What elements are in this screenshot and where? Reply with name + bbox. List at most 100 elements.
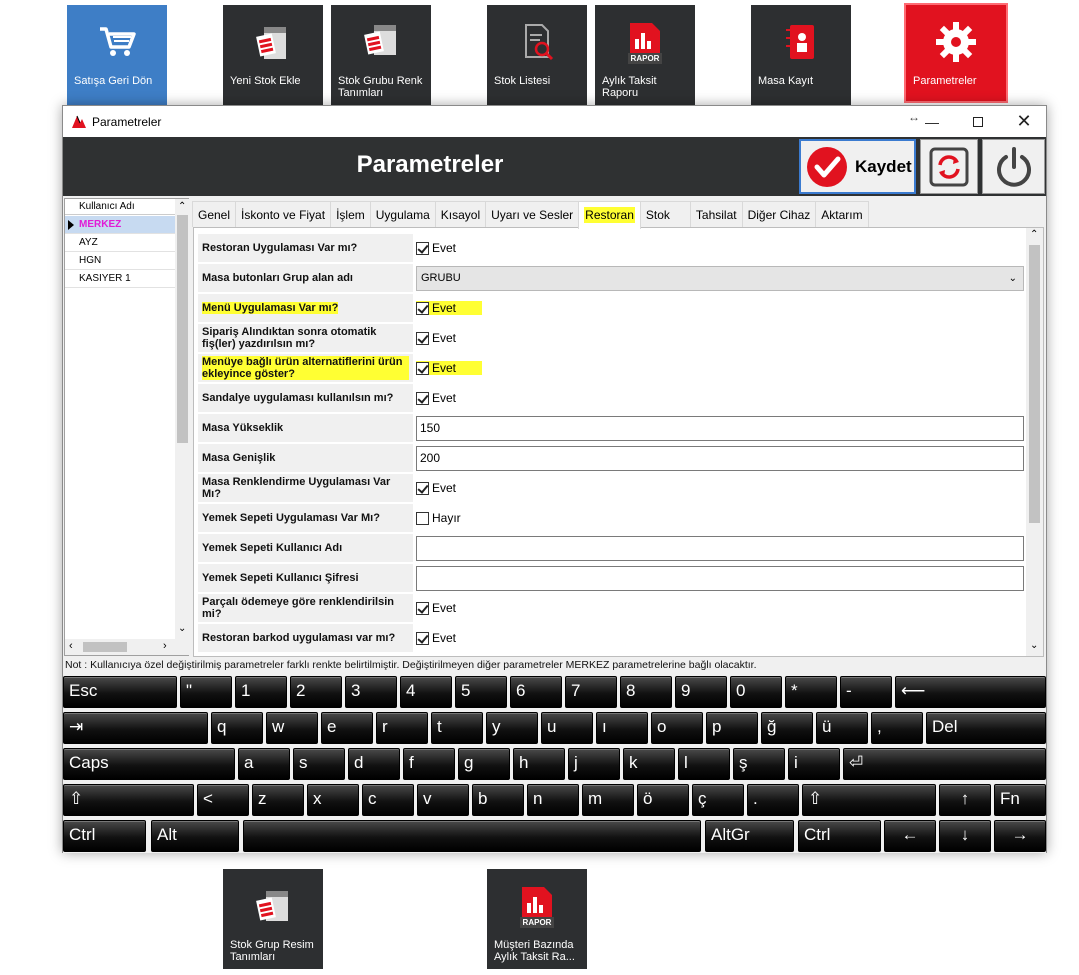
- key-v[interactable]: v: [417, 784, 469, 816]
- key-comma[interactable]: ,: [871, 712, 923, 744]
- checkbox[interactable]: [416, 511, 429, 525]
- key-arrow-down[interactable]: ↓: [939, 820, 991, 852]
- refresh-button[interactable]: [920, 139, 978, 194]
- key-d[interactable]: d: [348, 748, 400, 780]
- key-l[interactable]: l: [678, 748, 730, 780]
- key-caps[interactable]: Caps: [63, 748, 235, 780]
- key-altgr[interactable]: AltGr: [705, 820, 794, 852]
- param-value[interactable]: Evet: [416, 324, 1026, 352]
- key-w[interactable]: w: [266, 712, 318, 744]
- key-s[interactable]: s: [293, 748, 345, 780]
- table-width-input[interactable]: 200: [416, 445, 1024, 471]
- scroll-up-icon[interactable]: ⌃: [178, 201, 186, 212]
- save-button[interactable]: Kaydet: [799, 139, 916, 194]
- user-list-vscroll[interactable]: ⌃ ⌄: [175, 199, 189, 639]
- key-8[interactable]: 8: [620, 676, 672, 708]
- checkbox[interactable]: [416, 241, 429, 255]
- tab-uyari-sesler[interactable]: Uyarı ve Sesler: [485, 201, 580, 227]
- key-less-than[interactable]: <: [197, 784, 249, 816]
- key-arrow-up[interactable]: ↑: [939, 784, 991, 816]
- tile-yeni-stok-ekle[interactable]: Yeni Stok Ekle: [223, 5, 323, 105]
- checkbox[interactable]: [416, 481, 429, 495]
- key-k[interactable]: k: [623, 748, 675, 780]
- group-field-select[interactable]: GRUBU ⌄: [416, 265, 1024, 291]
- param-value[interactable]: Evet: [416, 234, 1026, 262]
- tab-restoran[interactable]: Restoran: [578, 201, 641, 229]
- param-value[interactable]: Evet: [416, 474, 1026, 502]
- params-vscroll[interactable]: ⌃ ⌄: [1026, 228, 1043, 656]
- key-del[interactable]: Del: [926, 712, 1046, 744]
- key-esc[interactable]: Esc: [63, 676, 177, 708]
- key-ctrl-left[interactable]: Ctrl: [63, 820, 146, 852]
- key-n[interactable]: n: [527, 784, 579, 816]
- param-value[interactable]: Evet: [416, 594, 1026, 622]
- key-o[interactable]: o: [651, 712, 703, 744]
- yemeksepeti-username-input[interactable]: [416, 535, 1024, 561]
- scroll-up-icon[interactable]: ⌃: [1030, 229, 1038, 240]
- maximize-button[interactable]: [955, 106, 1001, 137]
- key-b[interactable]: b: [472, 784, 524, 816]
- key-m[interactable]: m: [582, 784, 634, 816]
- key-u-umlaut[interactable]: ü: [816, 712, 868, 744]
- key-backspace[interactable]: ⟵: [895, 676, 1046, 708]
- key-tab[interactable]: ⇥: [63, 712, 208, 744]
- tile-satisa-geri-don[interactable]: Satışa Geri Dön: [67, 5, 167, 105]
- key-1[interactable]: 1: [235, 676, 287, 708]
- key-quote[interactable]: ": [180, 676, 232, 708]
- param-value[interactable]: Evet: [416, 354, 1026, 382]
- key-s-cedilla[interactable]: ş: [733, 748, 785, 780]
- key-2[interactable]: 2: [290, 676, 342, 708]
- title-bar[interactable]: Parametreler ↔ — ✕: [63, 106, 1046, 137]
- checkbox[interactable]: [416, 391, 429, 405]
- key-g[interactable]: g: [458, 748, 510, 780]
- key-shift-left[interactable]: ⇧: [63, 784, 194, 816]
- scroll-thumb[interactable]: [83, 642, 127, 652]
- table-height-input[interactable]: 150: [416, 415, 1024, 441]
- list-item-user[interactable]: KASIYER 1: [65, 270, 175, 288]
- key-arrow-right[interactable]: →: [994, 820, 1046, 852]
- tab-uygulama[interactable]: Uygulama: [369, 201, 436, 227]
- key-period[interactable]: .: [747, 784, 799, 816]
- key-arrow-left[interactable]: ←: [884, 820, 936, 852]
- user-list-hscroll[interactable]: ‹ ›: [65, 639, 189, 655]
- checkbox[interactable]: [416, 361, 429, 375]
- key-c[interactable]: c: [362, 784, 414, 816]
- tab-kisayol[interactable]: Kısayol: [434, 201, 487, 227]
- key-0[interactable]: 0: [730, 676, 782, 708]
- key-e[interactable]: e: [321, 712, 373, 744]
- tile-stok-grup-resim[interactable]: Stok Grup Resim Tanımları: [223, 869, 323, 969]
- key-shift-right[interactable]: ⇧: [802, 784, 936, 816]
- list-item-user[interactable]: HGN: [65, 252, 175, 270]
- key-7[interactable]: 7: [565, 676, 617, 708]
- key-6[interactable]: 6: [510, 676, 562, 708]
- key-minus[interactable]: -: [840, 676, 892, 708]
- tab-iskonto-fiyat[interactable]: İskonto ve Fiyat: [235, 201, 332, 227]
- key-4[interactable]: 4: [400, 676, 452, 708]
- param-value[interactable]: Evet: [416, 624, 1026, 652]
- param-value[interactable]: GRUBU ⌄: [416, 264, 1026, 292]
- checkbox[interactable]: [416, 331, 429, 345]
- key-u[interactable]: u: [541, 712, 593, 744]
- scroll-left-icon[interactable]: ‹: [69, 640, 73, 652]
- list-item-user[interactable]: MERKEZ: [65, 216, 175, 234]
- tab-islem[interactable]: İşlem: [330, 201, 371, 227]
- tab-diger-cihaz[interactable]: Diğer Cihaz: [741, 201, 817, 227]
- tile-parametreler[interactable]: Parametreler: [904, 3, 1008, 103]
- tab-aktarim[interactable]: Aktarım: [815, 201, 869, 227]
- key-a[interactable]: a: [238, 748, 290, 780]
- scroll-down-icon[interactable]: ⌄: [178, 623, 186, 634]
- key-h[interactable]: h: [513, 748, 565, 780]
- key-space[interactable]: [243, 820, 701, 852]
- key-3[interactable]: 3: [345, 676, 397, 708]
- scroll-thumb[interactable]: [177, 215, 188, 443]
- scroll-down-icon[interactable]: ⌄: [1030, 640, 1038, 651]
- key-fn[interactable]: Fn: [994, 784, 1046, 816]
- yemeksepeti-password-input[interactable]: [416, 565, 1024, 591]
- checkbox[interactable]: [416, 631, 429, 645]
- key-p[interactable]: p: [706, 712, 758, 744]
- tile-masa-kayit[interactable]: Masa Kayıt: [751, 5, 851, 105]
- key-9[interactable]: 9: [675, 676, 727, 708]
- key-t[interactable]: t: [431, 712, 483, 744]
- key-c-cedilla[interactable]: ç: [692, 784, 744, 816]
- key-o-umlaut[interactable]: ö: [637, 784, 689, 816]
